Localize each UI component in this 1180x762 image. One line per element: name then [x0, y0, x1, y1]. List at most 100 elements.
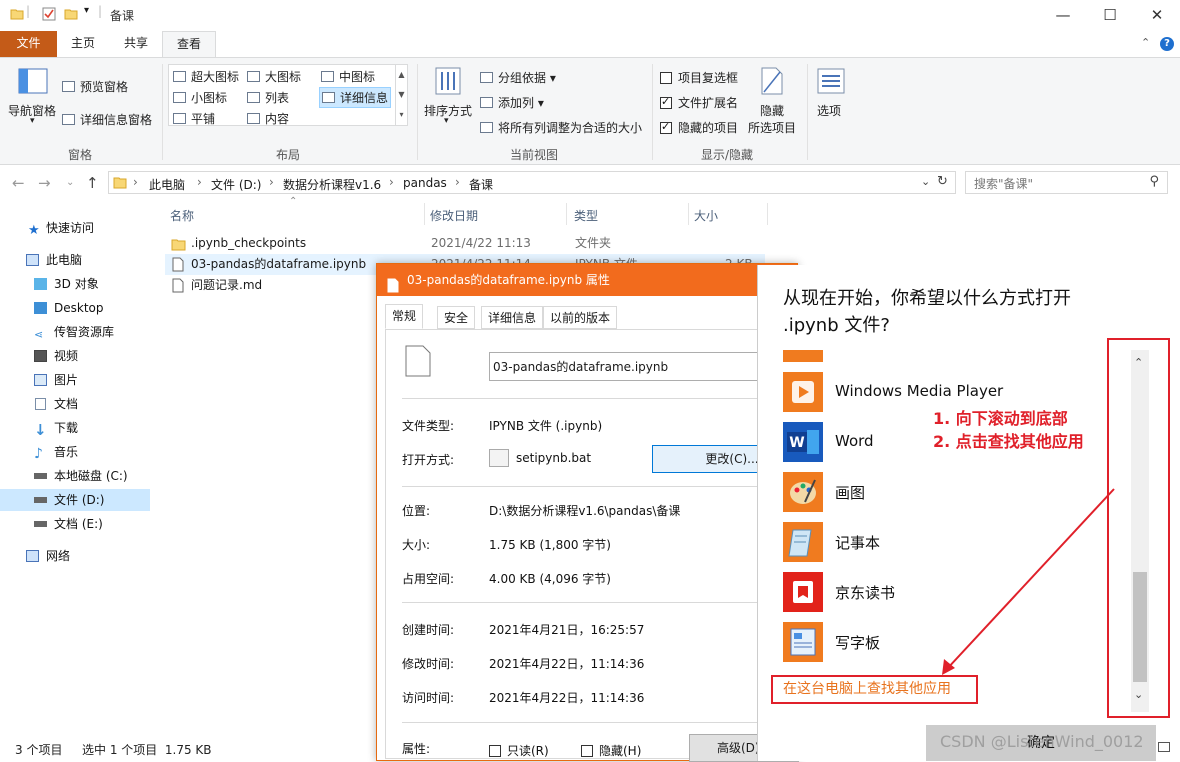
hide-selected-icon[interactable] [760, 66, 784, 99]
download-icon: ↓ [34, 421, 47, 439]
nav-item-drive-d[interactable]: 文件 (D:) [0, 489, 150, 511]
layout-tiles[interactable]: 平铺 [173, 110, 215, 127]
breadcrumb[interactable]: › 此电脑 › 文件 (D:) › 数据分析课程v1.6 › pandas › … [108, 171, 956, 194]
recent-dropdown-icon[interactable]: ⌄ [66, 177, 74, 188]
column-divider[interactable] [566, 203, 567, 225]
nav-pane-icon[interactable] [18, 68, 48, 97]
nav-item-this-pc[interactable]: 此电脑 [0, 249, 150, 271]
tab-previous-versions[interactable]: 以前的版本 [543, 306, 618, 329]
nav-item-pictures[interactable]: 图片 [0, 369, 150, 391]
navigation-pane: ★ 快速访问 此电脑 3D 对象 Desktop ⋖ 传智资源库 视频 图片 文… [0, 200, 150, 735]
nav-item-downloads[interactable]: ↓ 下载 [0, 417, 150, 439]
back-icon[interactable]: ← [12, 174, 25, 192]
nav-item-resource-library[interactable]: ⋖ 传智资源库 [0, 321, 150, 343]
search-input[interactable]: 搜索"备课" ⚲ [965, 171, 1168, 194]
column-header-size[interactable]: 大小 [694, 207, 718, 224]
group-by-label: 分组依据 [498, 71, 547, 85]
file-icon [172, 278, 184, 300]
layout-scroll-icon[interactable]: ▲ ▼ ▾ [395, 65, 407, 125]
column-divider[interactable] [767, 203, 768, 225]
share-icon: ⋖ [34, 328, 44, 341]
hidden-items-toggle[interactable]: 隐藏的项目 [660, 119, 738, 136]
options-icon[interactable] [817, 68, 845, 97]
column-header-date[interactable]: 修改日期 [430, 207, 478, 224]
column-divider[interactable] [424, 203, 425, 225]
checkbox-checked [660, 120, 672, 134]
hidden-items-label: 隐藏的项目 [678, 121, 739, 135]
details-pane-button[interactable]: 详细信息窗格 [62, 111, 152, 128]
breadcrumb-item[interactable]: 文件 (D:) [211, 176, 261, 193]
address-dropdown-icon[interactable]: ⌄ [921, 175, 930, 188]
nav-item-drive-e[interactable]: 文档 (E:) [0, 513, 150, 535]
tab-general[interactable]: 常规 [385, 304, 424, 329]
nav-item-quick-access[interactable]: ★ 快速访问 [0, 217, 150, 239]
details-pane-icon [62, 114, 75, 125]
properties-icon[interactable] [42, 7, 56, 24]
column-divider[interactable] [688, 203, 689, 225]
tab-security[interactable]: 安全 [437, 306, 476, 329]
file-extensions-toggle[interactable]: 文件扩展名 [660, 94, 738, 111]
chevron-right-icon: › [197, 175, 202, 189]
title-bar: | ▾ | 备课 — ☐ ✕ [0, 0, 1180, 31]
help-icon[interactable]: ? [1160, 37, 1174, 51]
tab-home[interactable]: 主页 [57, 31, 109, 57]
item-checkboxes-toggle[interactable]: 项目复选框 [660, 69, 738, 86]
hide-selected-label[interactable]: 隐藏 [760, 102, 784, 119]
file-name: 03-pandas的dataframe.ipynb [191, 257, 367, 271]
layout-details[interactable]: 详细信息 [319, 87, 392, 108]
view-toggle-icon[interactable] [1158, 742, 1170, 752]
forward-icon[interactable]: → [38, 174, 51, 192]
layout-extra-large-icons[interactable]: 超大图标 [173, 68, 239, 85]
close-button[interactable]: ✕ [1134, 4, 1180, 28]
sort-by-icon[interactable] [434, 66, 464, 99]
search-icon[interactable]: ⚲ [1149, 174, 1159, 189]
nav-item-3d-objects[interactable]: 3D 对象 [0, 273, 150, 295]
tab-share[interactable]: 共享 [110, 31, 162, 57]
options-button[interactable]: 选项 [817, 102, 841, 119]
add-column-button[interactable]: 添加列 ▾ [480, 94, 544, 111]
preview-pane-button[interactable]: 预览窗格 [62, 78, 128, 95]
layout-small-icons[interactable]: 小图标 [173, 89, 227, 106]
sort-dropdown-icon[interactable]: ▾ [444, 116, 449, 126]
layout-medium-icons[interactable]: 中图标 [321, 68, 375, 85]
nav-item-videos[interactable]: 视频 [0, 345, 150, 367]
layout-content[interactable]: 内容 [247, 110, 289, 127]
quick-access-dropdown-icon[interactable]: ▾ [84, 5, 89, 16]
layout-label: 内容 [265, 112, 290, 126]
nav-pane-dropdown-icon[interactable]: ▾ [30, 116, 35, 126]
collapse-ribbon-icon[interactable]: ⌃ [1141, 36, 1150, 49]
readonly-checkbox[interactable]: 只读(R) [489, 742, 549, 759]
nav-item-drive-c[interactable]: 本地磁盘 (C:) [0, 465, 150, 487]
properties-title: 03-pandas的dataframe.ipynb 属性 [407, 273, 610, 287]
refresh-icon[interactable]: ↻ [937, 174, 948, 189]
tab-view[interactable]: 查看 [162, 31, 216, 58]
hide-selected-label-2[interactable]: 所选项目 [748, 119, 796, 136]
nav-item-network[interactable]: 网络 [0, 545, 150, 567]
up-icon[interactable]: ↑ [86, 174, 99, 192]
nav-item-music[interactable]: ♪ 音乐 [0, 441, 150, 463]
column-header-type[interactable]: 类型 [574, 207, 598, 224]
breadcrumb-item[interactable]: 此电脑 [149, 176, 185, 193]
new-folder-icon[interactable] [64, 7, 78, 24]
hidden-checkbox[interactable]: 隐藏(H) [581, 742, 641, 759]
tab-file[interactable]: 文件 [0, 31, 57, 57]
modified-value: 2021年4月22日，11:14:36 [489, 657, 645, 671]
column-header-name[interactable]: 名称 [170, 207, 194, 224]
fit-columns-label: 将所有列调整为合适的大小 [498, 121, 643, 135]
tab-details[interactable]: 详细信息 [481, 306, 544, 329]
nav-item-documents[interactable]: 文档 [0, 393, 150, 415]
nav-item-desktop[interactable]: Desktop [0, 297, 150, 319]
find-other-app-link[interactable]: 在这台电脑上查找其他应用 [771, 675, 978, 704]
layout-large-icons[interactable]: 大图标 [247, 68, 301, 85]
maximize-button[interactable]: ☐ [1087, 4, 1133, 28]
breadcrumb-item[interactable]: 数据分析课程v1.6 [283, 176, 381, 193]
fit-columns-button[interactable]: 将所有列调整为合适的大小 [480, 119, 642, 136]
group-by-button[interactable]: 分组依据 ▾ [480, 69, 556, 86]
properties-title-bar: 03-pandas的dataframe.ipynb 属性 [377, 264, 797, 296]
breadcrumb-item[interactable]: pandas [403, 176, 447, 190]
preview-pane-label: 预览窗格 [80, 80, 129, 94]
layout-list[interactable]: 列表 [247, 89, 289, 106]
layout-label: 小图标 [191, 91, 228, 105]
breadcrumb-item[interactable]: 备课 [469, 176, 493, 193]
minimize-button[interactable]: — [1040, 4, 1086, 28]
